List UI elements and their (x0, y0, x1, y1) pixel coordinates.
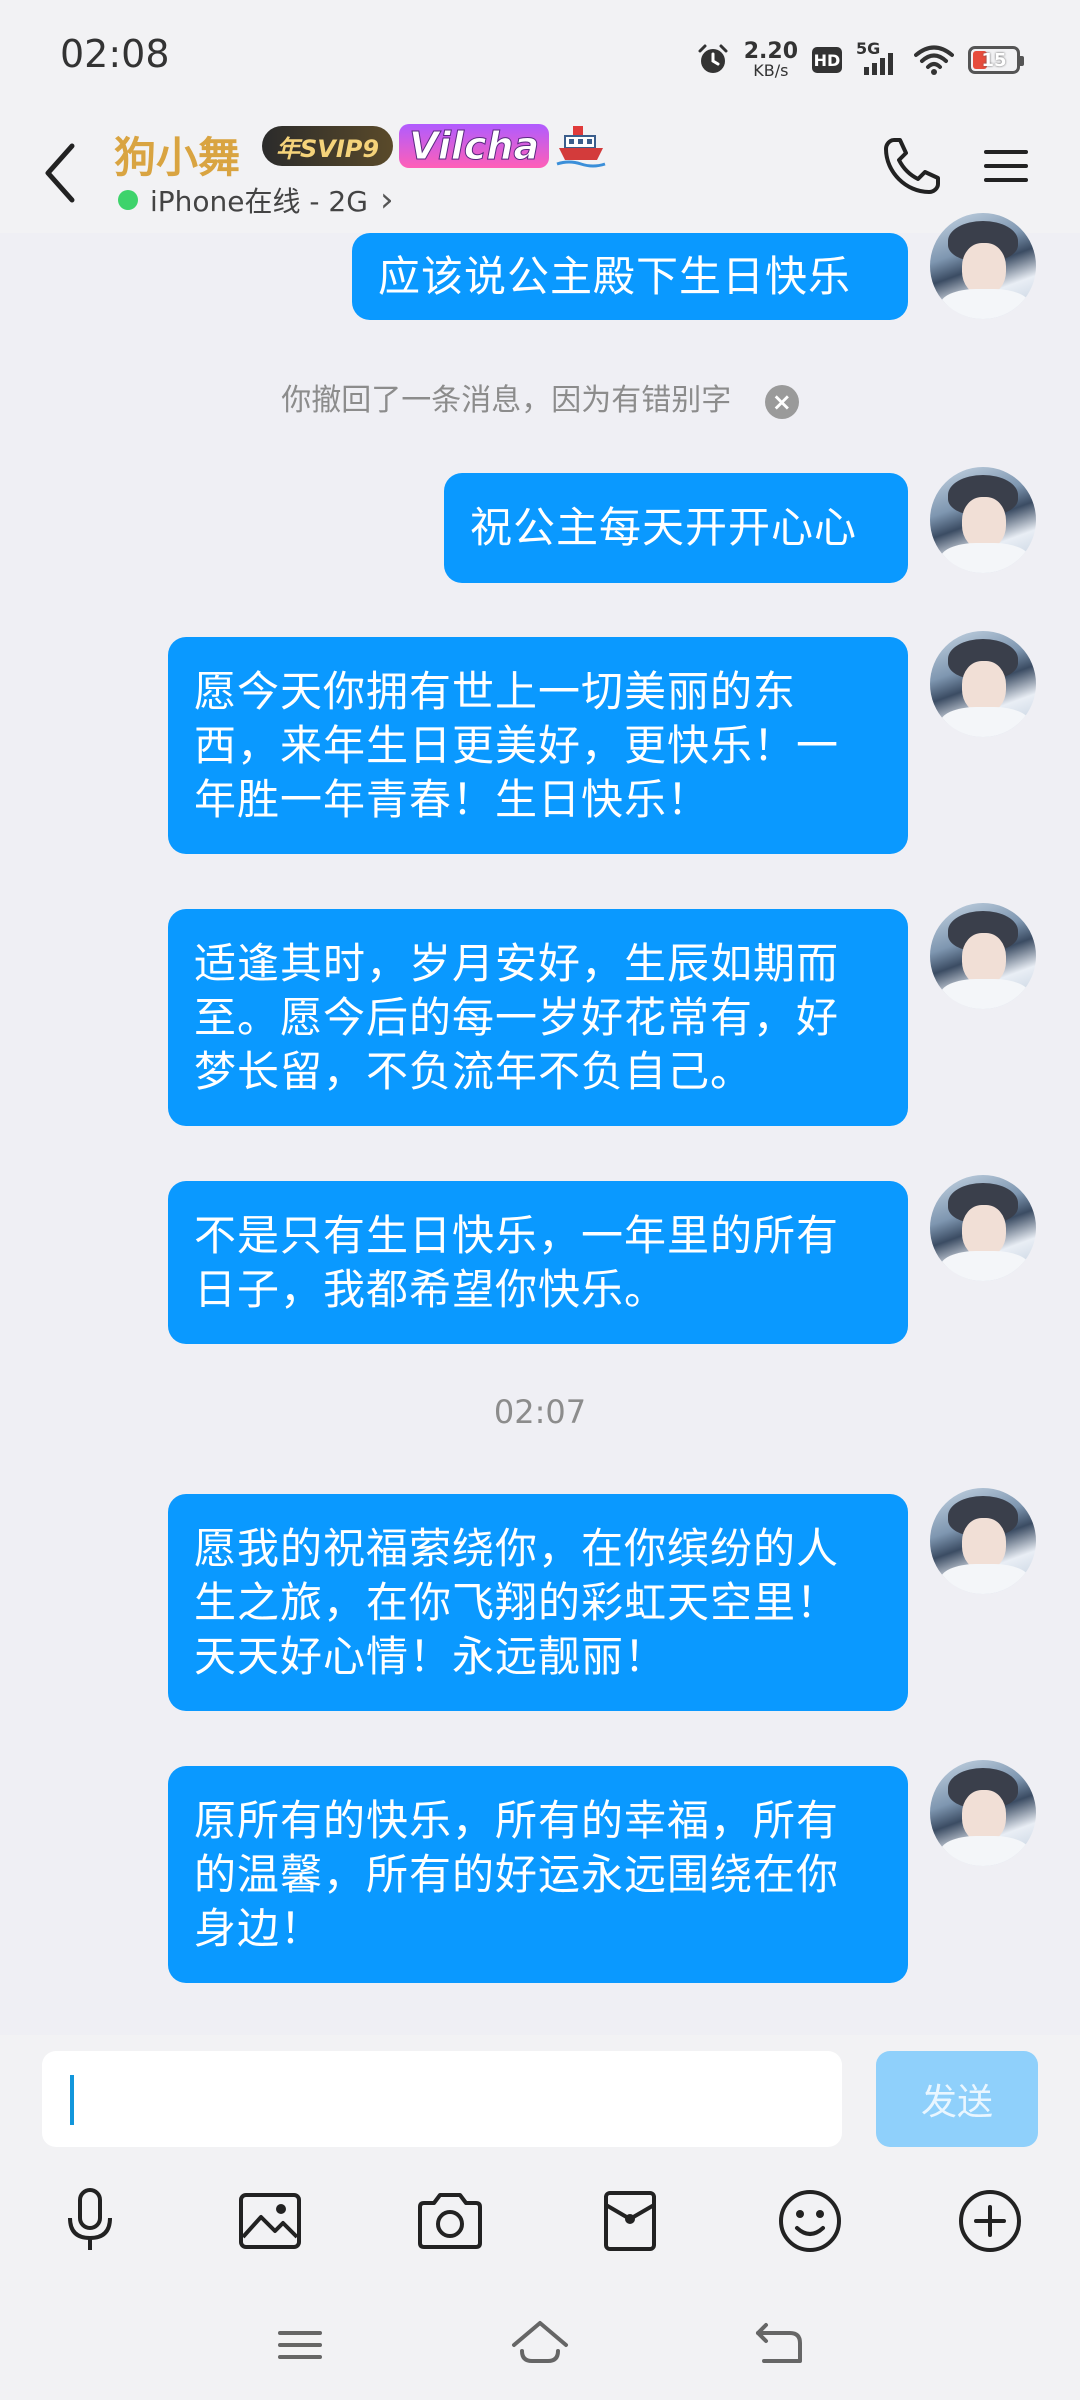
network-speed: 2.20 KB/s (744, 41, 798, 79)
message-line: 日子，我都希望你快乐。 (194, 1264, 668, 1314)
back-nav-icon[interactable] (750, 2315, 810, 2375)
online-dot (118, 190, 138, 210)
network-speed-value: 2.20 (743, 39, 798, 64)
message-text: 应该说公主殿下生日快乐 (378, 251, 852, 301)
message-line: 生之旅，在你飞翔的彩虹天空里！ (194, 1577, 840, 1627)
status-icons: 2.20 KB/s HD 5G 15 (696, 36, 1024, 84)
message-line: 适逢其时，岁月安好，生辰如期而 (194, 938, 840, 988)
red-packet-button[interactable] (590, 2181, 670, 2261)
send-button[interactable]: 发送 (876, 2051, 1038, 2147)
avatar[interactable] (930, 467, 1036, 573)
input-bar: 发送 (0, 2035, 1080, 2155)
back-icon[interactable] (38, 138, 82, 208)
recent-apps-icon[interactable] (270, 2315, 330, 2375)
voice-button[interactable] (50, 2181, 130, 2261)
signal-icon: 5G (856, 39, 900, 77)
contact-name[interactable]: 狗小舞 (114, 124, 240, 185)
message-line: 愿今天你拥有世上一切美丽的东 (194, 666, 797, 716)
emoji-icon (779, 2190, 841, 2252)
text-cursor (70, 2075, 74, 2125)
status-time: 02:08 (60, 32, 170, 76)
message-line: 天天好心情！永远靓丽！ (194, 1631, 668, 1681)
message-line: 西，来年生日更美好，更快乐！一 (194, 720, 840, 770)
message-bubble[interactable]: 不是只有生日快乐，一年里的所有 日子，我都希望你快乐。 (168, 1181, 908, 1344)
time-separator: 02:07 (493, 1393, 587, 1431)
avatar[interactable] (930, 213, 1036, 319)
message-list[interactable]: 应该说公主殿下生日快乐 你撤回了一条消息，因为有错别字 × 祝公主每天开开心心 … (0, 213, 1080, 2035)
avatar[interactable] (930, 1760, 1036, 1866)
svip-badge[interactable]: 年SVIP9 (262, 126, 394, 166)
message-bubble[interactable]: 应该说公主殿下生日快乐 (352, 233, 908, 320)
avatar[interactable] (930, 1175, 1036, 1281)
message-bubble[interactable]: 愿我的祝福萦绕你，在你缤纷的人 生之旅，在你飞翔的彩虹天空里！ 天天好心情！永远… (168, 1494, 908, 1711)
emoji-button[interactable] (770, 2181, 850, 2261)
image-button[interactable] (230, 2181, 310, 2261)
message-bubble[interactable]: 原所有的快乐，所有的幸福，所有 的温馨，所有的好运永远围绕在你 身边！ (168, 1766, 908, 1983)
message-line: 的温馨，所有的好运永远围绕在你 (194, 1849, 840, 1899)
message-bubble[interactable]: 祝公主每天开开心心 (444, 473, 908, 583)
message-line: 梦长留，不负流年不负自己。 (194, 1046, 754, 1096)
image-icon (239, 2193, 301, 2249)
battery-icon: 15 (968, 46, 1024, 74)
recall-notice-text: 你撤回了一条消息，因为有错别字 (281, 383, 732, 418)
chat-header: 狗小舞 年SVIP9 Vilcha iPhone在线 - 2G › (0, 118, 1080, 233)
vip-logo[interactable]: Vilcha (399, 124, 550, 169)
badge-group: 年SVIP9 Vilcha (262, 120, 607, 172)
camera-button[interactable] (410, 2181, 490, 2261)
avatar[interactable] (930, 631, 1036, 737)
microphone-icon (68, 2188, 112, 2250)
chat-toolbar (0, 2155, 1080, 2285)
chat-screen: 02:08 2.20 KB/s HD 5G 15 狗小舞 年SVIP9 Vilc… (0, 0, 1080, 2400)
message-line: 至。愿今后的每一岁好花常有，好 (194, 992, 840, 1042)
message-line: 不是只有生日快乐，一年里的所有 (194, 1210, 840, 1260)
camera-icon (418, 2193, 482, 2249)
more-button[interactable] (950, 2181, 1030, 2261)
message-line: 愿我的祝福萦绕你，在你缤纷的人 (194, 1523, 840, 1573)
online-status[interactable]: iPhone在线 - 2G › (118, 180, 394, 220)
status-bar: 02:08 2.20 KB/s HD 5G 15 (0, 0, 1080, 118)
alarm-icon (698, 44, 728, 73)
message-line: 身边！ (194, 1903, 324, 1953)
phone-icon[interactable] (880, 134, 944, 198)
plus-icon (959, 2190, 1021, 2252)
menu-icon[interactable] (980, 138, 1032, 194)
home-icon[interactable] (510, 2315, 570, 2375)
network-speed-unit: KB/s (753, 61, 789, 80)
message-bubble[interactable]: 愿今天你拥有世上一切美丽的东 西，来年生日更美好，更快乐！一 年胜一年青春！生日… (168, 637, 908, 854)
avatar[interactable] (930, 1488, 1036, 1594)
system-nav-bar (0, 2285, 1080, 2400)
message-text: 祝公主每天开开心心 (470, 503, 858, 552)
avatar[interactable] (930, 903, 1036, 1009)
online-status-text: iPhone在线 - 2G (150, 185, 368, 218)
red-packet-icon (604, 2191, 656, 2251)
message-bubble[interactable]: 适逢其时，岁月安好，生辰如期而 至。愿今后的每一岁好花常有，好 梦长留，不负流年… (168, 909, 908, 1126)
hd-badge: HD (812, 47, 842, 73)
battery-level: 15 (981, 49, 1007, 71)
ship-icon[interactable] (555, 120, 607, 172)
close-icon[interactable]: × (764, 384, 799, 419)
message-input[interactable] (42, 2051, 842, 2147)
recall-notice: 你撤回了一条消息，因为有错别字 × (0, 375, 1080, 419)
chevron-right-icon: › (379, 180, 394, 220)
wifi-icon (914, 45, 954, 75)
message-line: 原所有的快乐，所有的幸福，所有 (194, 1795, 840, 1845)
message-line: 年胜一年青春！生日快乐！ (194, 774, 711, 824)
